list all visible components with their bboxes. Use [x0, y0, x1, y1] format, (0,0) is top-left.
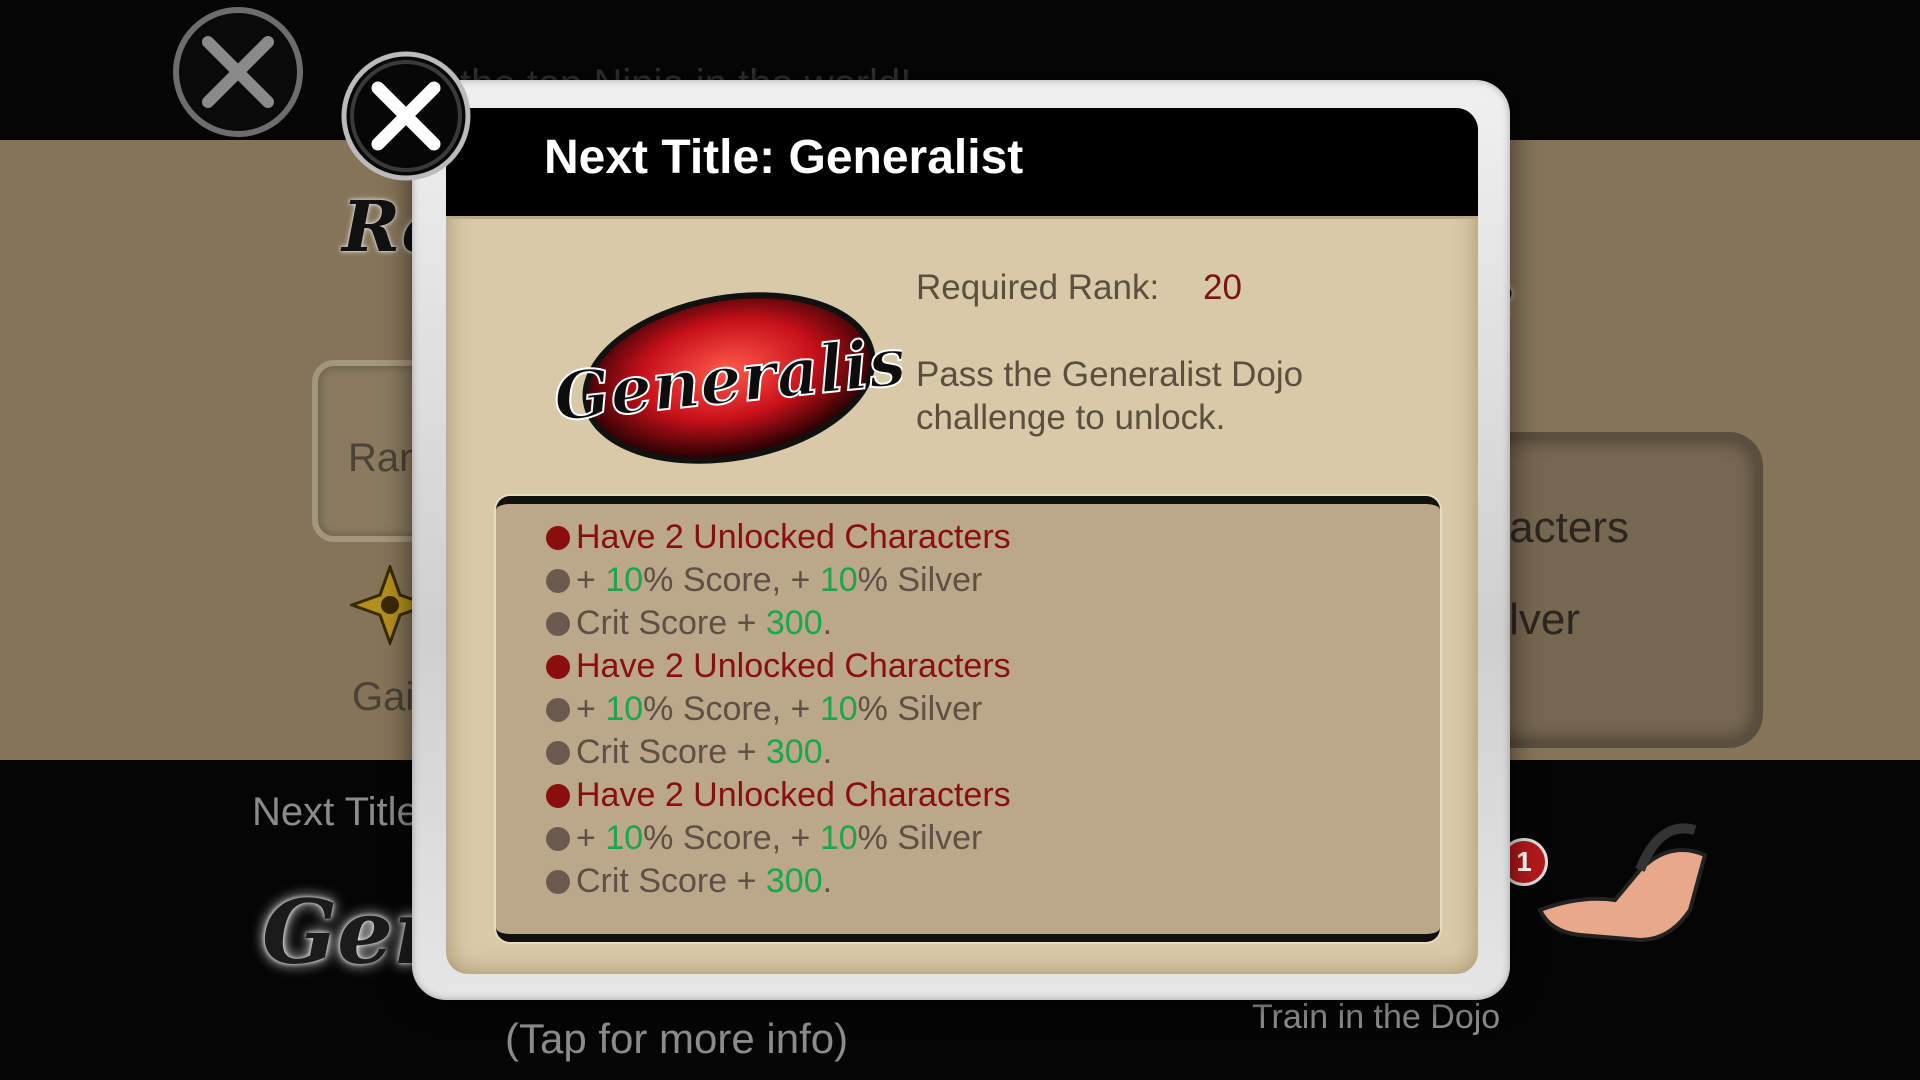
bonus-text: % Silver [857, 690, 983, 728]
crit-text: Crit Score + [576, 862, 766, 900]
score-bonus-value: 10 [605, 561, 644, 599]
bonus-text: + [576, 561, 606, 599]
train-dojo-label[interactable]: Train in the Dojo [1252, 998, 1500, 1037]
silver-bonus-value: 10 [819, 561, 858, 599]
crit-score-value: 300 [765, 733, 823, 771]
crit-text: . [822, 733, 833, 771]
silver-bonus-value: 10 [819, 690, 858, 728]
requirement-crit: Crit Score + 300. [546, 602, 1011, 645]
requirements-list: Have 2 Unlocked Characters + 10% Score, +… [546, 516, 1011, 903]
bonus-text: + [576, 690, 606, 728]
bonus-text: % Silver [857, 561, 983, 599]
silver-bonus-value: 10 [819, 819, 858, 857]
requirement-bonus: + 10% Score, + 10% Silver [546, 688, 1011, 731]
requirement-condition: Have 2 Unlocked Characters [546, 774, 1011, 817]
condition-text: Have 2 Unlocked Characters [576, 518, 1011, 556]
crit-text: . [822, 862, 833, 900]
generalist-title-logo: Generalist [549, 292, 902, 464]
bonus-text: % Score, + [643, 690, 820, 728]
bullet-icon [546, 783, 570, 808]
background-close-icon [173, 7, 303, 137]
background-next-title-label: Next Title: [252, 790, 430, 834]
bonus-text: % Silver [857, 819, 983, 857]
bullet-icon [546, 697, 570, 722]
requirement-condition: Have 2 Unlocked Characters [546, 516, 1011, 559]
requirement-condition: Have 2 Unlocked Characters [546, 645, 1011, 688]
bonus-text: + [576, 819, 606, 857]
bonus-text: % Score, + [643, 819, 820, 857]
unlock-description: Pass the Generalist Dojo challenge to un… [916, 355, 1304, 437]
requirement-bonus: + 10% Score, + 10% Silver [546, 559, 1011, 602]
bullet-icon [546, 525, 570, 550]
dialog-header: Next Title: Generalist [446, 108, 1478, 219]
crit-text: Crit Score + [576, 604, 766, 642]
score-bonus-value: 10 [605, 690, 644, 728]
crit-text: . [822, 604, 833, 642]
requirement-crit: Crit Score + 300. [546, 731, 1011, 774]
condition-text: Have 2 Unlocked Characters [576, 776, 1011, 814]
dialog-title: Next Title: Generalist [544, 131, 1024, 184]
crit-score-value: 300 [765, 862, 823, 900]
requirement-bonus: + 10% Score, + 10% Silver [546, 817, 1011, 860]
bullet-icon [546, 568, 570, 593]
title-info-dialog: Next Title: Generalist Generalist Requir… [446, 108, 1478, 974]
crit-score-value: 300 [765, 604, 823, 642]
condition-text: Have 2 Unlocked Characters [576, 647, 1011, 685]
requirements-panel: Have 2 Unlocked Characters + 10% Score, +… [496, 496, 1440, 942]
requirement-crit: Crit Score + 300. [546, 860, 1011, 903]
close-x-icon[interactable] [336, 46, 476, 186]
bullet-icon [546, 740, 570, 765]
crit-text: Crit Score + [576, 733, 766, 771]
pointing-hand-icon[interactable] [1520, 800, 1720, 960]
score-bonus-value: 10 [605, 819, 644, 857]
bullet-icon [546, 654, 570, 679]
bullet-icon [546, 611, 570, 636]
required-rank-label: Required Rank: [916, 268, 1160, 307]
required-rank-value: 20 [1203, 268, 1242, 307]
bonus-text: % Score, + [643, 561, 820, 599]
bullet-icon [546, 826, 570, 851]
background-tap-info[interactable]: (Tap for more info) [505, 1015, 848, 1063]
bullet-icon [546, 869, 570, 894]
